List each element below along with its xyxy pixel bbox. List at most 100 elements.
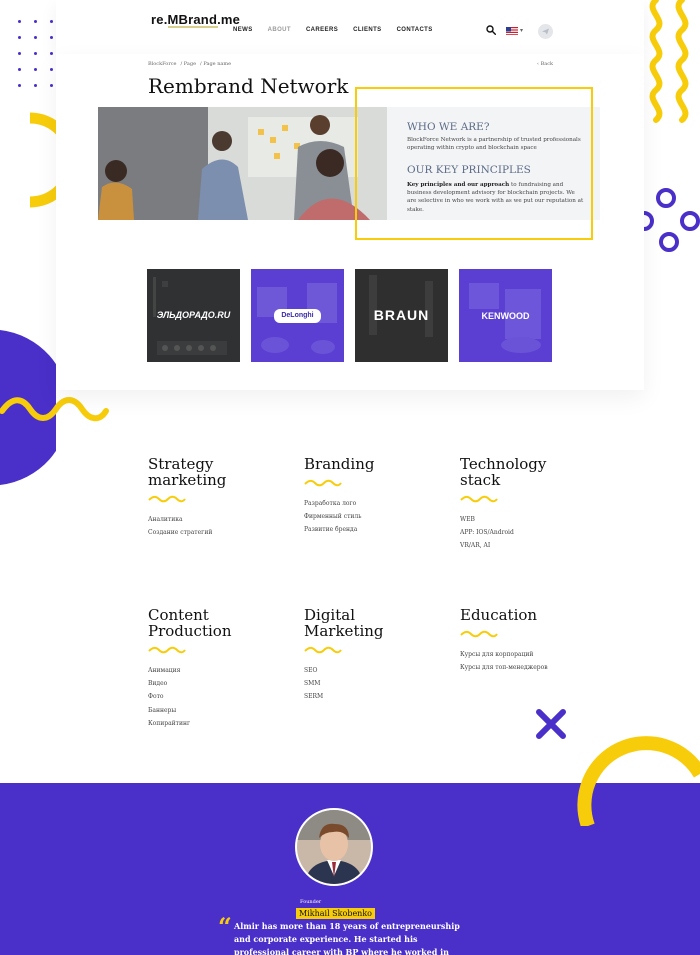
dot bbox=[18, 68, 21, 71]
founder-bio: Almir has more than 18 years of entrepre… bbox=[234, 921, 460, 955]
service-title-line: Marketing bbox=[304, 622, 384, 640]
us-flag-icon[interactable] bbox=[506, 27, 518, 35]
site-header: re.MBrand.me NEWS ABOUT CAREERS CLIENTS … bbox=[56, 0, 644, 54]
service-title-line: marketing bbox=[148, 471, 227, 489]
logo-tagline-bar bbox=[168, 26, 218, 28]
service-item[interactable]: SEO bbox=[304, 664, 323, 677]
nav-about[interactable]: ABOUT bbox=[268, 27, 291, 33]
service-title: Content Production bbox=[148, 607, 231, 639]
client-tile-eldorado[interactable]: ЭЛЬДОРАДО.RU bbox=[147, 269, 240, 362]
back-link-label: Back bbox=[540, 61, 554, 67]
service-item[interactable]: SMM bbox=[304, 677, 323, 690]
service-list: Курсы для корпораций Курсы для топ-менед… bbox=[460, 648, 548, 674]
site-logo[interactable]: re.MBrand.me bbox=[151, 12, 240, 27]
service-item[interactable]: Анимация bbox=[148, 664, 190, 677]
service-title-line: Strategy bbox=[148, 455, 214, 473]
breadcrumb-item[interactable]: Page bbox=[184, 61, 196, 67]
founder-role: Founder bbox=[300, 899, 322, 905]
client-logo-text: DeLonghi bbox=[281, 312, 314, 319]
service-title: Education bbox=[460, 607, 537, 623]
who-we-are-heading: WHO WE ARE? bbox=[407, 121, 490, 133]
service-item[interactable]: Развитие бренда bbox=[304, 523, 361, 536]
squiggle-decoration bbox=[460, 495, 498, 503]
client-tile-kenwood[interactable]: KENWOOD bbox=[459, 269, 552, 362]
key-principles-heading: OUR KEY PRINCIPLES bbox=[407, 164, 531, 176]
service-item[interactable]: Видео bbox=[148, 677, 190, 690]
dot bbox=[34, 36, 37, 39]
service-item[interactable]: Копирайтинг bbox=[148, 717, 190, 730]
dot bbox=[34, 68, 37, 71]
nav-clients[interactable]: CLIENTS bbox=[353, 27, 381, 33]
dot bbox=[50, 36, 53, 39]
dot bbox=[18, 52, 21, 55]
founder-avatar bbox=[295, 808, 373, 886]
service-title: Strategy marketing bbox=[148, 456, 226, 488]
who-we-are-text: BlockForce Network is a partnership of t… bbox=[407, 137, 581, 152]
yellow-wave-decoration bbox=[0, 397, 109, 422]
service-item[interactable]: Разработка лого bbox=[304, 497, 361, 510]
breadcrumb: BlockForce / Page / Page name bbox=[148, 61, 232, 67]
service-item[interactable]: Аналитика bbox=[148, 513, 212, 526]
main-nav: NEWS ABOUT CAREERS CLIENTS CONTACTS bbox=[233, 27, 433, 33]
quote-icon: “ bbox=[218, 912, 232, 941]
squiggle-decoration bbox=[304, 646, 342, 654]
client-logo-text: KENWOOD bbox=[481, 311, 530, 321]
service-item[interactable]: WEB bbox=[460, 513, 514, 526]
nav-careers[interactable]: CAREERS bbox=[306, 27, 338, 33]
service-item[interactable]: APP: IOS/Android bbox=[460, 526, 514, 539]
service-item[interactable]: Создание стратегий bbox=[148, 526, 212, 539]
service-list: WEB APP: IOS/Android VR/AR, AI bbox=[460, 513, 514, 553]
squiggle-decoration bbox=[304, 479, 342, 487]
service-item[interactable]: Фирменный стиль bbox=[304, 510, 361, 523]
service-item[interactable]: VR/AR, AI bbox=[460, 539, 514, 552]
back-link[interactable]: ‹ Back bbox=[537, 61, 553, 67]
service-title-line: Digital bbox=[304, 606, 355, 624]
squiggle-decoration bbox=[148, 495, 186, 503]
service-item[interactable]: Курсы для топ-менеджеров bbox=[460, 661, 548, 674]
client-tile-delonghi[interactable]: DeLonghi bbox=[251, 269, 344, 362]
dot bbox=[18, 20, 21, 23]
service-title: Digital Marketing bbox=[304, 607, 384, 639]
chevron-down-icon[interactable]: ▾ bbox=[520, 27, 523, 34]
search-icon[interactable] bbox=[486, 25, 496, 35]
service-title-line: stack bbox=[460, 471, 501, 489]
dot bbox=[50, 20, 53, 23]
dot bbox=[50, 84, 53, 87]
dot bbox=[50, 68, 53, 71]
team-photo bbox=[98, 107, 387, 220]
service-item[interactable]: SERM bbox=[304, 690, 323, 703]
service-list: Разработка лого Фирменный стиль Развитие… bbox=[304, 497, 361, 537]
dot bbox=[34, 20, 37, 23]
service-list: Анимация Видео Фото Баннеры Копирайтинг bbox=[148, 664, 190, 730]
key-principles-bold: Key principles and our approach bbox=[407, 182, 510, 188]
service-title-line: Content bbox=[148, 606, 209, 624]
nav-news[interactable]: NEWS bbox=[233, 27, 253, 33]
service-title-line: Education bbox=[460, 606, 538, 624]
client-tile-braun[interactable]: BRAUN bbox=[355, 269, 448, 362]
breadcrumb-item[interactable]: BlockForce bbox=[148, 61, 176, 67]
founder-name: Mikhail Skobenko bbox=[296, 908, 375, 919]
service-title: Technology stack bbox=[460, 456, 546, 488]
service-title-line: Production bbox=[148, 622, 232, 640]
service-item[interactable]: Курсы для корпораций bbox=[460, 648, 548, 661]
client-logo-text: ЭЛЬДОРАДО.RU bbox=[156, 310, 231, 320]
yellow-arc-decoration bbox=[577, 736, 700, 826]
service-list: SEO SMM SERM bbox=[304, 664, 323, 704]
service-title: Branding bbox=[304, 456, 374, 472]
service-list: Аналитика Создание стратегий bbox=[148, 513, 212, 539]
dot bbox=[50, 52, 53, 55]
page-title: Rembrand Network bbox=[148, 74, 349, 98]
client-logo-text: BRAUN bbox=[373, 307, 430, 323]
key-principles-text: Key principles and our approach to fundr… bbox=[407, 181, 585, 214]
service-item[interactable]: Фото bbox=[148, 690, 190, 703]
dot bbox=[18, 36, 21, 39]
squiggle-decoration bbox=[460, 630, 498, 638]
paper-plane-icon[interactable] bbox=[538, 24, 553, 39]
service-title-line: Branding bbox=[304, 455, 375, 473]
service-title-line: Technology bbox=[460, 455, 547, 473]
dot bbox=[34, 84, 37, 87]
service-item[interactable]: Баннеры bbox=[148, 704, 190, 717]
squiggle-decoration bbox=[148, 646, 186, 654]
breadcrumb-item: Page name bbox=[203, 61, 232, 67]
nav-contacts[interactable]: CONTACTS bbox=[397, 27, 433, 33]
